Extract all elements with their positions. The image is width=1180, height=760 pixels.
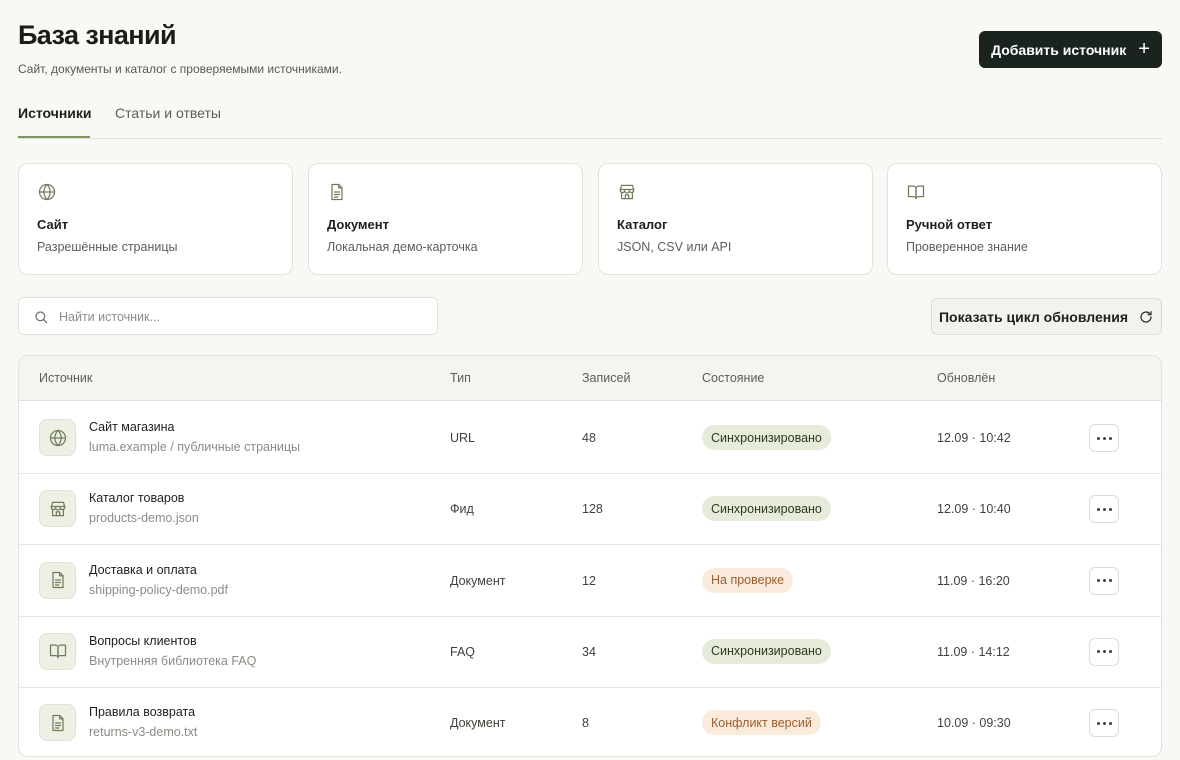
add-source-button[interactable]: Добавить источник + [979, 31, 1162, 68]
source-type-card-document[interactable]: Документ Локальная демо-карточка [308, 163, 583, 275]
more-icon [1096, 579, 1112, 583]
record-count: 48 [582, 431, 596, 445]
card-description: Локальная демо-карточка [327, 240, 478, 254]
card-title: Документ [327, 217, 389, 232]
show-update-cycle-button[interactable]: Показать цикл обновления [931, 298, 1162, 335]
store-icon [617, 182, 637, 202]
more-icon [1096, 650, 1112, 654]
document-icon [39, 704, 76, 742]
more-icon [1096, 507, 1112, 511]
updated-at: 11.09 · 16:20 [937, 573, 1010, 588]
column-header-state[interactable]: Состояние [702, 371, 764, 385]
search-icon [33, 309, 49, 325]
row-actions-button[interactable] [1089, 495, 1119, 524]
row-actions-button[interactable] [1089, 424, 1119, 452]
source-name[interactable]: Доставка и оплата [89, 563, 197, 577]
updated-at: 12.09 · 10:42 [937, 431, 1011, 445]
tab-articles-answers[interactable]: Статьи и ответы [115, 105, 221, 136]
row-actions-button[interactable] [1089, 566, 1119, 595]
source-detail: returns-v3-demo.txt [89, 725, 198, 740]
plus-icon: + [1138, 37, 1150, 60]
page-subtitle: Сайт, документы и каталог с проверяемыми… [18, 62, 342, 76]
card-title: Каталог [617, 217, 668, 232]
status-badge: Синхронизировано [702, 425, 831, 450]
source-type-card-catalog[interactable]: Каталог JSON, CSV или API [598, 163, 873, 275]
status-badge: Синхронизировано [702, 638, 831, 664]
record-count: 128 [582, 502, 603, 517]
status-badge: На проверке [702, 567, 794, 593]
tab-sources[interactable]: Источники [18, 105, 92, 138]
card-description: Разрешённые страницы [37, 240, 178, 254]
table-row[interactable]: Каталог товаров products-demo.json Фид 128 С… [19, 473, 1161, 546]
source-name[interactable]: Сайт магазина [89, 420, 175, 434]
refresh-icon [1138, 309, 1154, 325]
card-description: Проверенное знание [906, 240, 1028, 254]
tab-bar: Источники Статьи и ответы [18, 99, 1162, 139]
card-description: JSON, CSV или API [617, 240, 732, 254]
more-icon [1096, 436, 1112, 440]
record-count: 12 [582, 573, 596, 588]
source-type: URL [450, 431, 476, 445]
source-type-card-site[interactable]: Сайт Разрешённые страницы [18, 163, 293, 275]
table-row[interactable]: Доставка и оплата shipping-policy-demo.pd… [19, 545, 1161, 617]
record-count: 34 [582, 644, 596, 659]
table-header: Источник Тип Записей Состояние Обновлён [19, 356, 1161, 401]
sources-table: Источник Тип Записей Состояние Обновлён … [18, 355, 1162, 757]
status-badge: Конфликт версий [702, 710, 821, 736]
store-icon [39, 490, 76, 528]
row-actions-button[interactable] [1089, 709, 1119, 738]
source-name[interactable]: Правила возврата [89, 705, 195, 719]
show-update-cycle-label: Показать цикл обновления [938, 308, 1129, 325]
source-type: Документ [450, 716, 506, 731]
source-type-cards: Сайт Разрешённые страницы Документ Локал… [18, 163, 1162, 275]
column-header-type[interactable]: Тип [450, 371, 471, 385]
record-count: 8 [582, 716, 589, 731]
source-name[interactable]: Каталог товаров [89, 491, 184, 505]
column-header-updated[interactable]: Обновлён [937, 371, 995, 385]
source-detail: Внутренняя библиотека FAQ [89, 653, 257, 668]
book-icon [39, 632, 76, 670]
add-source-button-label: Добавить источник [991, 41, 1127, 58]
source-type: Фид [450, 502, 474, 517]
search-box [18, 297, 438, 335]
globe-icon [39, 419, 76, 456]
updated-at: 11.09 · 14:12 [937, 644, 1010, 659]
table-row[interactable]: Сайт магазина luma.example / публичные ст… [19, 402, 1161, 474]
source-type: Документ [450, 573, 506, 588]
more-icon [1096, 721, 1112, 725]
source-type: FAQ [450, 644, 476, 659]
column-header-records[interactable]: Записей [582, 371, 630, 385]
card-title: Ручной ответ [906, 217, 993, 232]
source-detail: luma.example / публичные страницы [89, 440, 300, 454]
page-header: База знаний Сайт, документы и каталог с … [18, 0, 1162, 100]
table-row[interactable]: Правила возврата returns-v3-demo.txt Докум… [19, 687, 1161, 756]
book-icon [906, 182, 926, 202]
knowledge-base-page: База знаний Сайт, документы и каталог с … [18, 0, 1162, 757]
globe-icon [37, 182, 57, 202]
updated-at: 12.09 · 10:40 [937, 502, 1011, 517]
column-header-source[interactable]: Источник [39, 371, 92, 385]
source-detail: products-demo.json [89, 511, 199, 526]
document-icon [327, 182, 347, 202]
card-title: Сайт [37, 217, 69, 232]
table-row[interactable]: Вопросы клиентов Внутренняя библиотека FA… [19, 616, 1161, 688]
status-badge: Синхронизировано [702, 496, 831, 522]
updated-at: 10.09 · 09:30 [937, 716, 1011, 731]
source-type-card-manual-answer[interactable]: Ручной ответ Проверенное знание [887, 163, 1162, 275]
row-actions-button[interactable] [1089, 637, 1119, 666]
source-name[interactable]: Вопросы клиентов [89, 634, 197, 648]
document-icon [39, 561, 76, 599]
page-title: База знаний [18, 20, 177, 50]
search-input[interactable] [59, 307, 419, 327]
source-detail: shipping-policy-demo.pdf [89, 582, 228, 597]
